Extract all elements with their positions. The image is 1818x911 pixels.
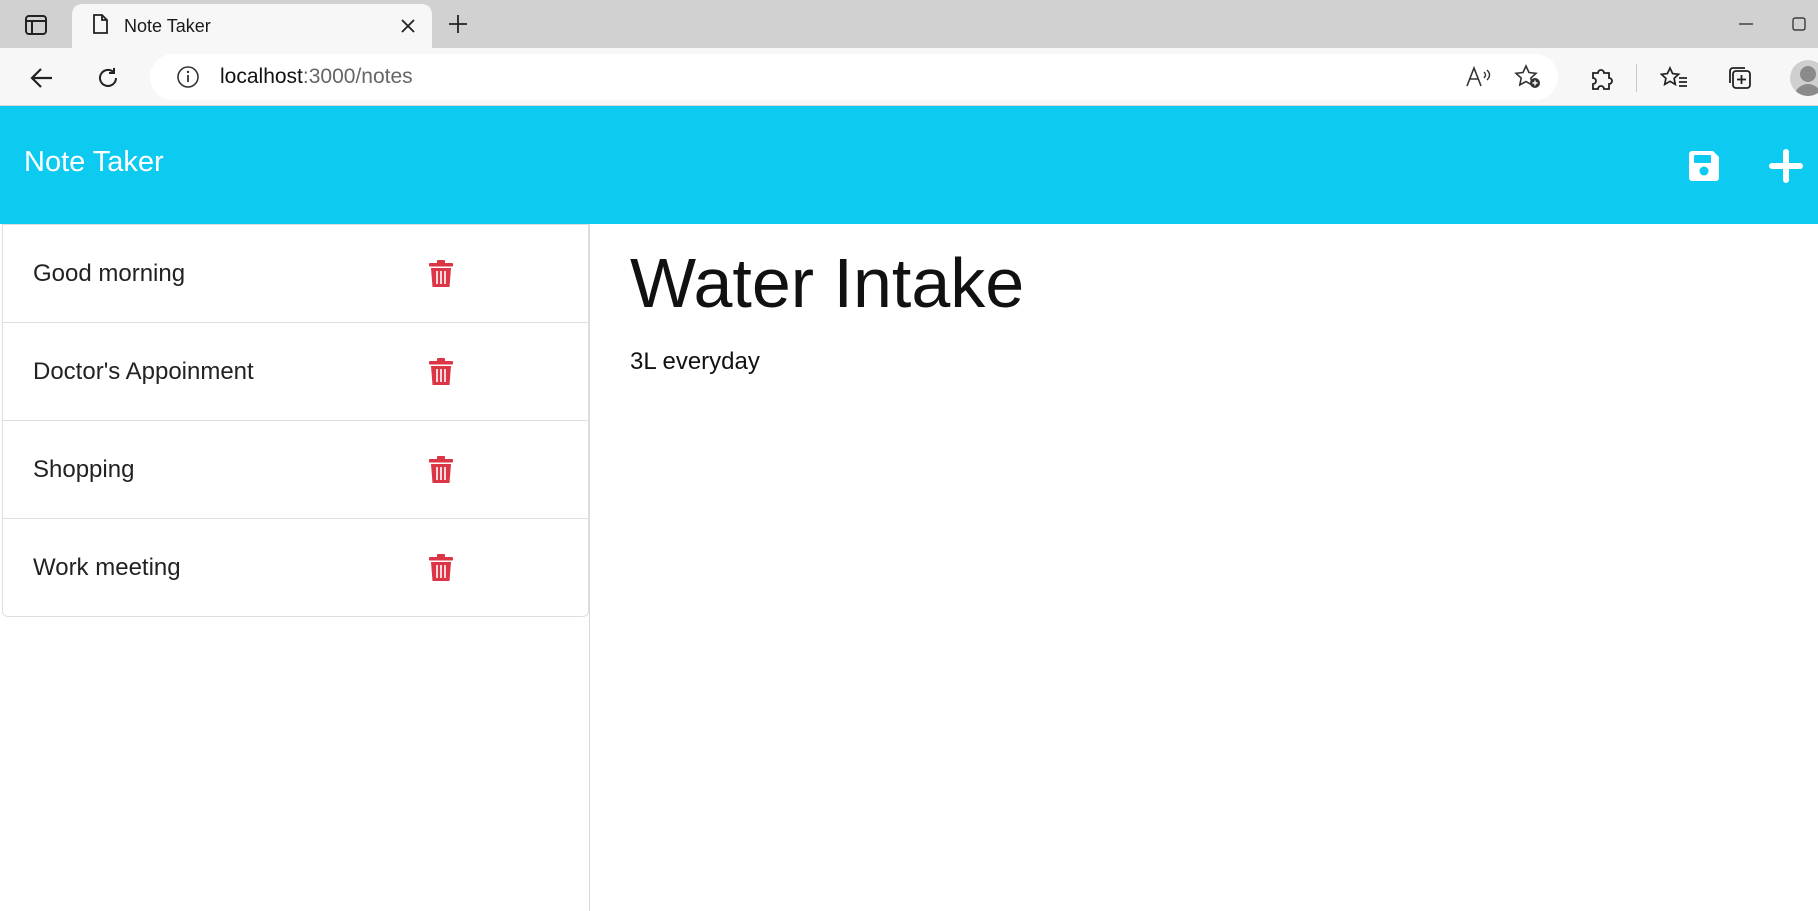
url-path: :3000/notes xyxy=(302,65,413,88)
delete-note-button[interactable] xyxy=(427,454,455,486)
note-title[interactable]: Work meeting xyxy=(33,554,181,582)
app-brand[interactable]: Note Taker xyxy=(24,146,164,179)
browser-tab[interactable]: Note Taker xyxy=(72,4,432,48)
add-favorite-icon[interactable] xyxy=(1508,57,1548,97)
app-navbar: Note Taker xyxy=(0,106,1818,224)
puzzle-icon xyxy=(1592,69,1613,90)
save-note-button[interactable] xyxy=(1684,146,1724,186)
address-bar[interactable]: localhost:3000/notes xyxy=(150,54,1558,100)
extensions-button[interactable] xyxy=(1582,58,1622,98)
trash-icon xyxy=(429,357,453,385)
delete-note-button[interactable] xyxy=(427,552,455,584)
trash-icon xyxy=(429,259,453,287)
url-host: localhost xyxy=(220,65,303,88)
page-icon xyxy=(92,13,108,39)
note-title[interactable]: Doctor's Appoinment xyxy=(33,358,254,386)
browser-tabstrip: Note Taker xyxy=(0,0,1818,48)
new-note-button[interactable] xyxy=(1766,146,1806,186)
new-tab-button[interactable] xyxy=(440,8,476,40)
profile-avatar[interactable] xyxy=(1790,60,1818,96)
trash-icon xyxy=(429,553,453,581)
url-text[interactable]: localhost:3000/notes xyxy=(220,65,1458,89)
notes-sidebar: Good morning Doctor's Appoinment Shoppin… xyxy=(0,224,590,911)
refresh-icon xyxy=(99,68,117,87)
note-text-input[interactable]: 3L everyday xyxy=(630,348,1780,376)
back-button[interactable] xyxy=(22,58,62,98)
list-item[interactable]: Doctor's Appoinment xyxy=(3,322,588,420)
delete-note-button[interactable] xyxy=(427,356,455,388)
delete-note-button[interactable] xyxy=(427,258,455,290)
trash-icon xyxy=(429,455,453,483)
back-arrow-icon xyxy=(30,68,52,88)
refresh-button[interactable] xyxy=(88,58,128,98)
tab-title: Note Taker xyxy=(124,15,211,36)
favorites-button[interactable] xyxy=(1654,58,1694,98)
plus-icon xyxy=(449,15,467,33)
collections-icon xyxy=(1729,67,1751,89)
info-icon[interactable] xyxy=(174,63,202,91)
maximize-button[interactable] xyxy=(1792,8,1818,40)
list-item[interactable]: Good morning xyxy=(3,224,588,322)
note-title[interactable]: Good morning xyxy=(33,260,185,288)
collections-button[interactable] xyxy=(1720,58,1760,98)
list-item[interactable]: Shopping xyxy=(3,420,588,518)
tab-actions-icon[interactable] xyxy=(14,10,58,40)
note-title[interactable]: Shopping xyxy=(33,456,134,484)
read-aloud-icon[interactable] xyxy=(1458,57,1498,97)
favorites-icon xyxy=(1660,66,1687,87)
note-list: Good morning Doctor's Appoinment Shoppin… xyxy=(2,224,589,617)
list-item[interactable]: Work meeting xyxy=(3,518,588,616)
note-editor: Water Intake 3L everyday xyxy=(630,224,1780,376)
toolbar-divider xyxy=(1636,64,1637,92)
note-title-input[interactable]: Water Intake xyxy=(630,248,1780,318)
close-icon[interactable] xyxy=(392,10,424,42)
plus-icon xyxy=(1769,149,1803,183)
minimize-button[interactable] xyxy=(1726,8,1766,40)
browser-toolbar: localhost:3000/notes xyxy=(0,48,1818,106)
floppy-disk-icon xyxy=(1689,151,1719,181)
